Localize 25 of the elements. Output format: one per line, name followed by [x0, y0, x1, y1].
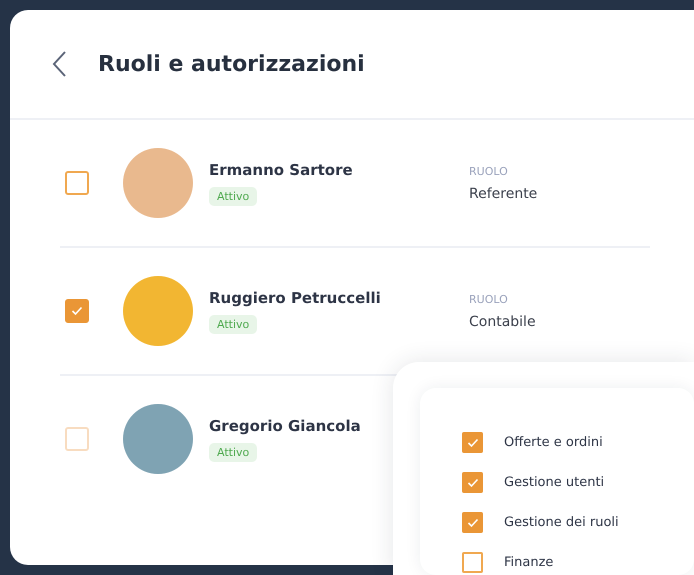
checkmark-icon — [466, 518, 478, 528]
permission-label: Gestione dei ruoli — [504, 515, 619, 530]
checkmark-icon — [71, 306, 83, 316]
role-value: Referente — [469, 186, 538, 202]
role-value: Contabile — [469, 314, 536, 330]
status-badge: Attivo — [209, 442, 258, 462]
checkbox[interactable] — [462, 552, 483, 573]
checkbox[interactable] — [65, 171, 89, 195]
role-label: RUOLO — [469, 292, 509, 306]
checkmark-icon — [466, 478, 478, 488]
status-badge: Attivo — [209, 314, 258, 334]
page-title: Ruoli e autorizzazioni — [98, 52, 365, 76]
role-label: RUOLO — [469, 164, 509, 178]
permission-label: Finanze — [504, 555, 554, 570]
status-badge: Attivo — [209, 186, 258, 206]
checkbox[interactable] — [462, 512, 483, 533]
checkbox[interactable] — [462, 472, 483, 493]
permission-label: Gestione utenti — [504, 475, 604, 490]
user-name: Ermanno Sartore — [209, 160, 353, 178]
checkmark-icon — [466, 438, 478, 448]
permission-label: Offerte e ordini — [504, 435, 603, 450]
user-name: Gregorio Giancola — [209, 416, 361, 434]
user-name: Ruggiero Petruccelli — [209, 288, 381, 306]
checkbox[interactable] — [65, 299, 89, 323]
checkbox[interactable] — [462, 432, 483, 453]
